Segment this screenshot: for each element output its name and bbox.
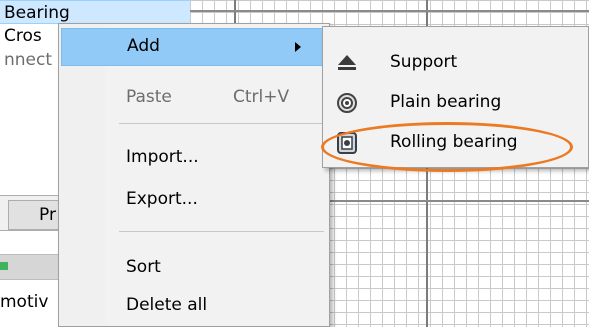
menu-item-sort[interactable]: Sort [61,250,327,288]
menu-separator [119,231,324,232]
submenu-item-plain-bearing[interactable]: Plain bearing [325,83,587,123]
menu-item-label: Export... [126,189,198,209]
menu-item-shortcut: Ctrl+V [233,87,290,107]
status-indicator-icon [0,262,8,270]
menu-separator [119,123,324,124]
menu-item-import[interactable]: Import... [61,140,327,178]
menu-item-label: Paste [126,87,172,107]
menu-item-label: Sort [126,257,161,277]
bottom-list-item[interactable]: motiv [0,292,48,312]
bottom-list-item-label: motiv [0,292,49,312]
properties-tab-label: Pr [39,205,56,225]
plain-bearing-icon [335,91,359,115]
menu-item-export[interactable]: Export... [61,182,327,220]
eject-icon [335,51,359,75]
list-item[interactable]: Bearing [0,0,190,24]
submenu-arrow-icon [295,42,301,52]
list-item-label: Cros [4,26,42,46]
screen: Bearing Cros nnect Pr motiv Add Paste Ct… [0,0,589,327]
menu-item-add[interactable]: Add [61,28,327,66]
list-item-label: Bearing [4,3,70,23]
menu-item-label: Delete all [126,295,208,315]
list-item-label: nnect [4,50,53,70]
submenu-item-support[interactable]: Support [325,43,587,83]
menu-item-label: Import... [126,147,199,167]
annotation-ellipse [321,122,573,172]
menu-item-label: Add [127,36,160,56]
menu-item-paste[interactable]: Paste Ctrl+V [61,80,327,118]
submenu-item-label: Support [390,52,458,72]
menu-item-delete-all[interactable]: Delete all [61,288,327,326]
grid-major-line [190,10,589,12]
submenu-item-label: Plain bearing [390,92,502,112]
context-menu: Add Paste Ctrl+V Import... Export... Sor… [58,23,330,327]
